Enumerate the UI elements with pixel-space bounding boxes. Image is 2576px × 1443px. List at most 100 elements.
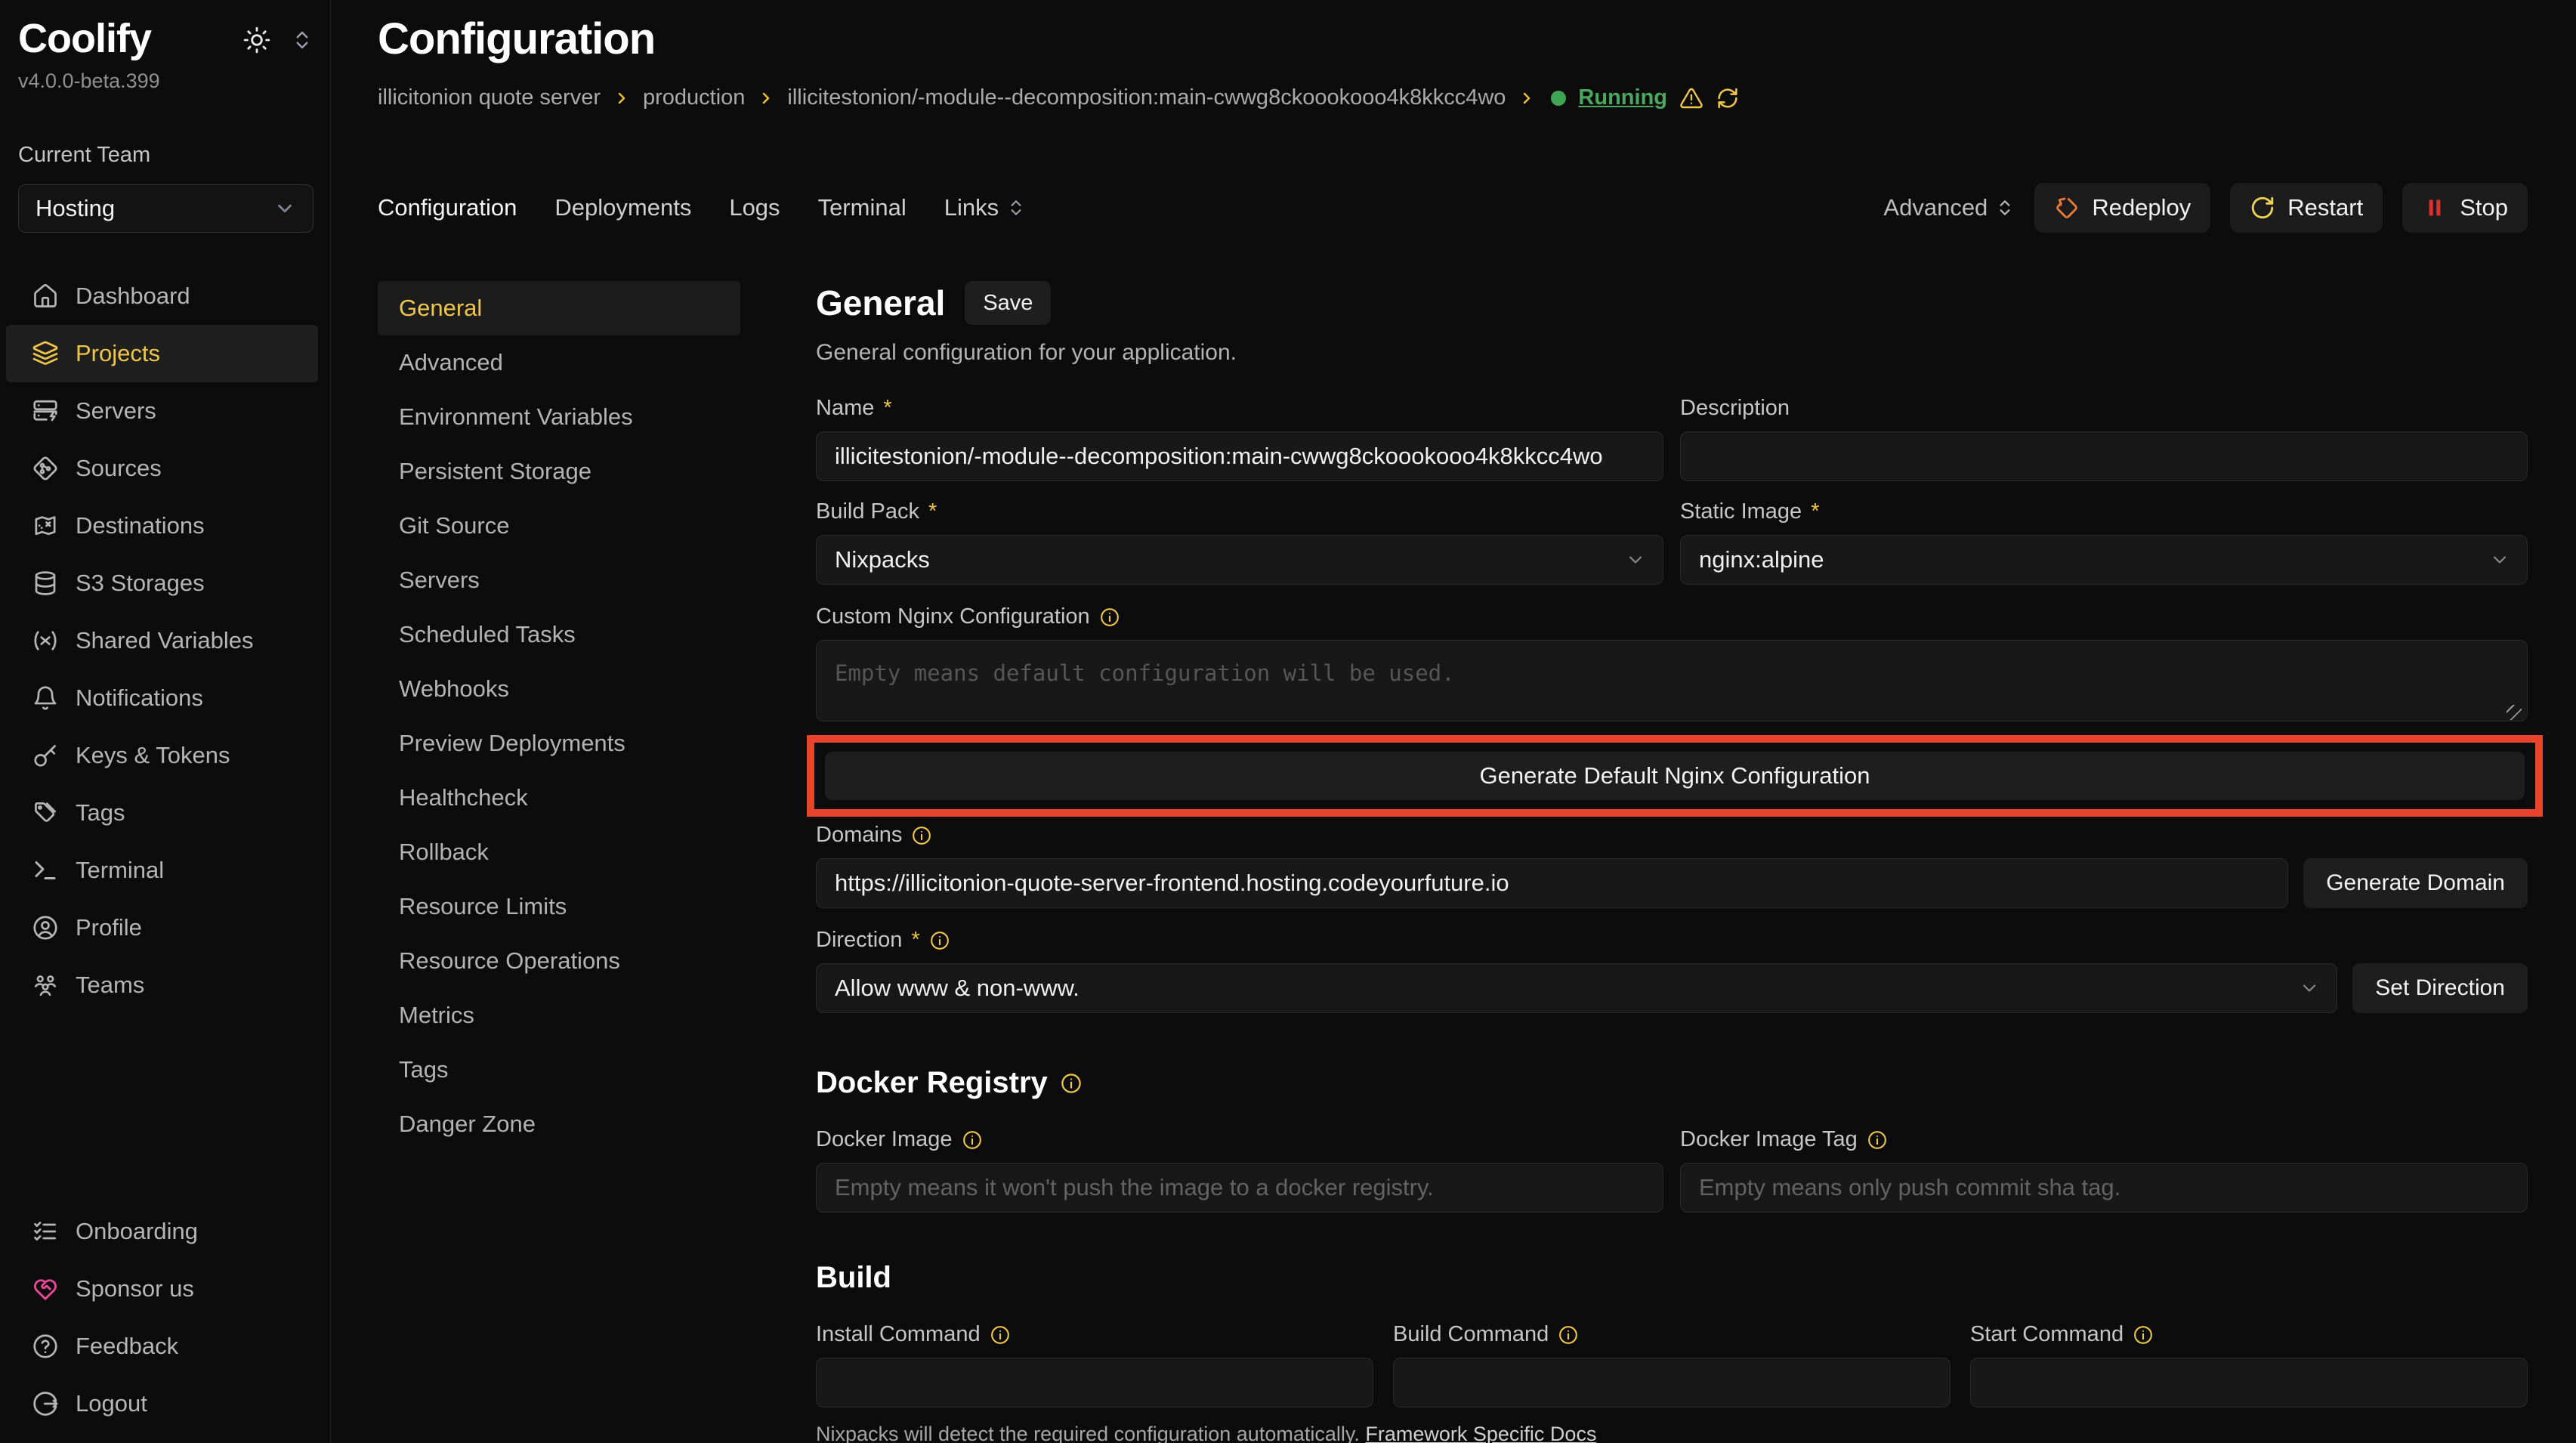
tab-links[interactable]: Links [944,194,1026,221]
sidebar-item-label: Logout [76,1390,147,1417]
info-icon[interactable] [1060,1072,1083,1095]
advanced-label: Advanced [1883,194,1988,221]
info-icon[interactable] [962,1129,983,1151]
generate-nginx-config-button[interactable]: Generate Default Nginx Configuration [825,752,2525,800]
direction-label: Direction* [816,928,2528,953]
build-pack-select[interactable]: Nixpacks [816,535,1663,585]
chevron-right-icon [757,89,775,107]
theme-toggle-sun-icon[interactable] [242,26,271,54]
subnav-advanced[interactable]: Advanced [378,335,740,390]
info-icon[interactable] [1558,1324,1579,1346]
chevron-right-icon [1518,89,1536,107]
docker-image-tag-input[interactable] [1680,1163,2528,1213]
domains-input[interactable] [816,858,2288,908]
tab-terminal[interactable]: Terminal [818,194,907,221]
sidebar-item-sources[interactable]: Sources [6,440,318,497]
sidebar-item-s3-storages[interactable]: S3 Storages [6,555,318,612]
build-pack-label: Build Pack* [816,499,1663,524]
build-pack-value: Nixpacks [835,546,930,573]
team-select[interactable]: Hosting [18,184,314,233]
set-direction-button[interactable]: Set Direction [2352,963,2528,1013]
sidebar-item-shared-variables[interactable]: Shared Variables [6,612,318,669]
install-command-input[interactable] [816,1358,1373,1407]
users-icon [32,972,59,999]
subnav-resource-limits[interactable]: Resource Limits [378,879,740,934]
info-icon[interactable] [911,825,932,846]
sidebar-item-label: Notifications [76,684,203,712]
direction-select[interactable]: Allow www & non-www. [816,963,2337,1013]
info-icon[interactable] [2133,1324,2154,1346]
sidebar-item-tags[interactable]: Tags [6,784,318,842]
install-command-label: Install Command [816,1322,1373,1347]
chevron-right-icon [613,89,631,107]
info-icon[interactable] [929,930,950,951]
info-icon[interactable] [1867,1129,1888,1151]
restart-icon [2250,195,2275,221]
sidebar-item-dashboard[interactable]: Dashboard [6,267,318,325]
annotation-highlight-box: Generate Default Nginx Configuration [807,735,2543,817]
breadcrumb-environment[interactable]: production [643,85,745,110]
sidebar-item-destinations[interactable]: Destinations [6,497,318,555]
sidebar-item-terminal[interactable]: Terminal [6,842,318,899]
sidebar-item-label: Tags [76,799,125,827]
git-source-icon [32,455,59,482]
heart-icon [32,1275,59,1302]
subnav-persistent-storage[interactable]: Persistent Storage [378,444,740,499]
sidebar-item-profile[interactable]: Profile [6,899,318,956]
sidebar-item-label: Onboarding [76,1218,198,1245]
tab-deployments[interactable]: Deployments [554,194,691,221]
subnav-healthcheck[interactable]: Healthcheck [378,771,740,825]
breadcrumb-resource[interactable]: illicitestonion/-module--decomposition:m… [787,85,1506,110]
chevrons-up-down-icon [1006,198,1026,218]
sidebar-item-teams[interactable]: Teams [6,956,318,1014]
info-icon[interactable] [1099,607,1120,628]
subnav-danger-zone[interactable]: Danger Zone [378,1097,740,1151]
start-command-input[interactable] [1970,1358,2528,1407]
sidebar-nav: Dashboard Projects Servers Sources Desti… [0,267,330,1014]
generate-domain-button[interactable]: Generate Domain [2303,858,2528,908]
subnav-general[interactable]: General [378,281,740,335]
subnav-environment-variables[interactable]: Environment Variables [378,390,740,444]
info-icon[interactable] [990,1324,1011,1346]
breadcrumb-project[interactable]: illicitonion quote server [378,85,601,110]
sidebar-item-logout[interactable]: Logout [6,1375,318,1432]
description-input[interactable] [1680,431,2528,481]
subnav-tags[interactable]: Tags [378,1043,740,1097]
subnav-webhooks[interactable]: Webhooks [378,662,740,716]
save-button[interactable]: Save [965,281,1051,325]
redeploy-button[interactable]: Redeploy [2034,183,2210,233]
subnav-rollback[interactable]: Rollback [378,825,740,879]
build-command-input[interactable] [1393,1358,1951,1407]
stop-button[interactable]: Stop [2402,183,2528,233]
tab-configuration[interactable]: Configuration [378,194,517,221]
sidebar-item-label: S3 Storages [76,570,205,597]
sidebar-item-onboarding[interactable]: Onboarding [6,1203,318,1260]
restart-button[interactable]: Restart [2230,183,2383,233]
tab-logs[interactable]: Logs [729,194,780,221]
sidebar-item-keys-tokens[interactable]: Keys & Tokens [6,727,318,784]
sidebar-item-notifications[interactable]: Notifications [6,669,318,727]
refresh-icon[interactable] [1716,86,1740,110]
sidebar-item-servers[interactable]: Servers [6,382,318,440]
docker-image-input[interactable] [816,1163,1663,1213]
subnav-servers[interactable]: Servers [378,553,740,607]
status-running-link[interactable]: Running [1578,85,1667,110]
static-image-select[interactable]: nginx:alpine [1680,535,2528,585]
user-circle-icon [32,914,59,941]
name-input[interactable] [816,431,1663,481]
custom-nginx-textarea[interactable] [816,640,2528,722]
warning-triangle-icon[interactable] [1679,86,1703,110]
action-bar: Advanced Redeploy Restart Stop [1883,183,2528,233]
chevrons-up-down-icon[interactable] [291,29,314,51]
sidebar-item-projects[interactable]: Projects [6,325,318,382]
sidebar-item-feedback[interactable]: Feedback [6,1318,318,1375]
sidebar-item-sponsor[interactable]: Sponsor us [6,1260,318,1318]
subnav-metrics[interactable]: Metrics [378,988,740,1043]
subnav-scheduled-tasks[interactable]: Scheduled Tasks [378,607,740,662]
subnav-git-source[interactable]: Git Source [378,499,740,553]
subnav-preview-deployments[interactable]: Preview Deployments [378,716,740,771]
advanced-dropdown[interactable]: Advanced [1883,194,2015,221]
framework-docs-link[interactable]: Framework Specific Docs [1365,1423,1596,1443]
subnav-resource-operations[interactable]: Resource Operations [378,934,740,988]
main-content: Configuration illicitonion quote server … [331,0,2576,1443]
